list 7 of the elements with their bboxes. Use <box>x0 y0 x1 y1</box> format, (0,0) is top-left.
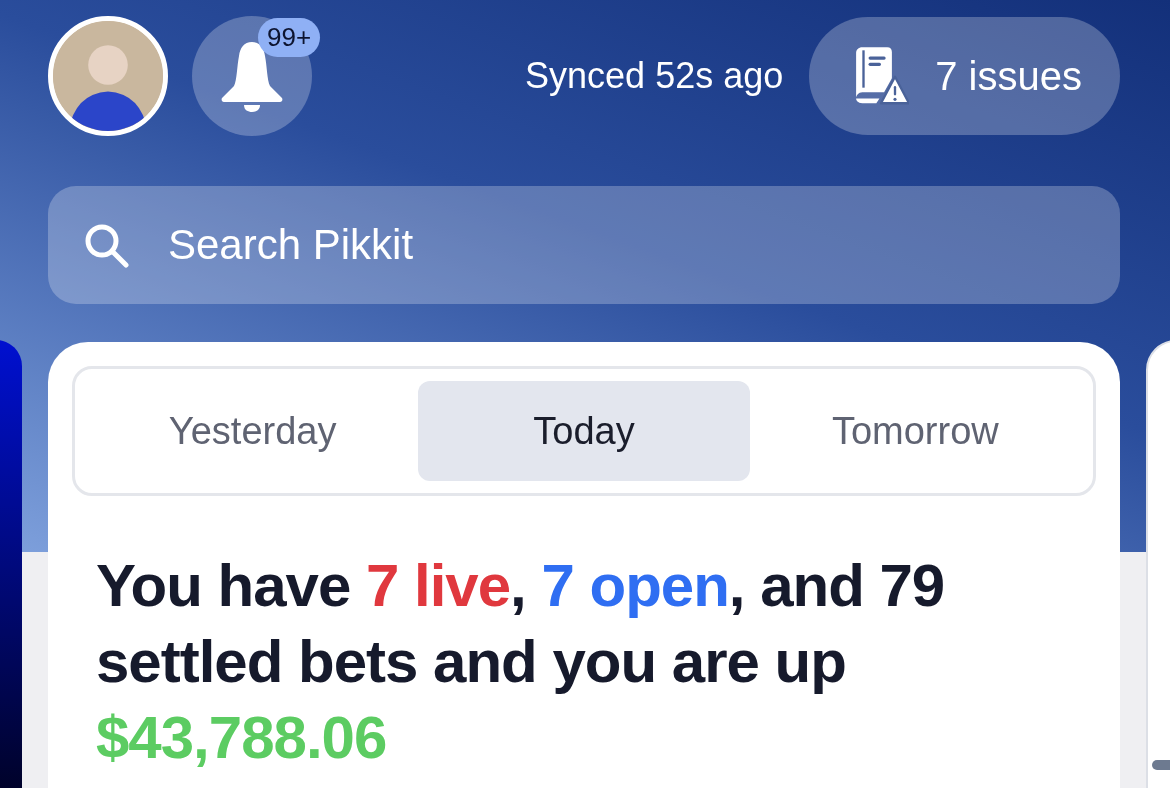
day-tab[interactable]: Tomorrow <box>749 381 1081 481</box>
issues-button[interactable]: 7 issues <box>809 17 1120 135</box>
book-warning-icon <box>853 47 910 105</box>
sync-status: Synced 52s ago <box>525 55 784 97</box>
bets-summary: You have 7 live, 7 open, and 79 settled bets and you are up $43,788.06 <box>96 551 946 773</box>
day-tab[interactable]: Today <box>418 381 750 481</box>
day-tab[interactable]: Yesterday <box>87 381 419 481</box>
